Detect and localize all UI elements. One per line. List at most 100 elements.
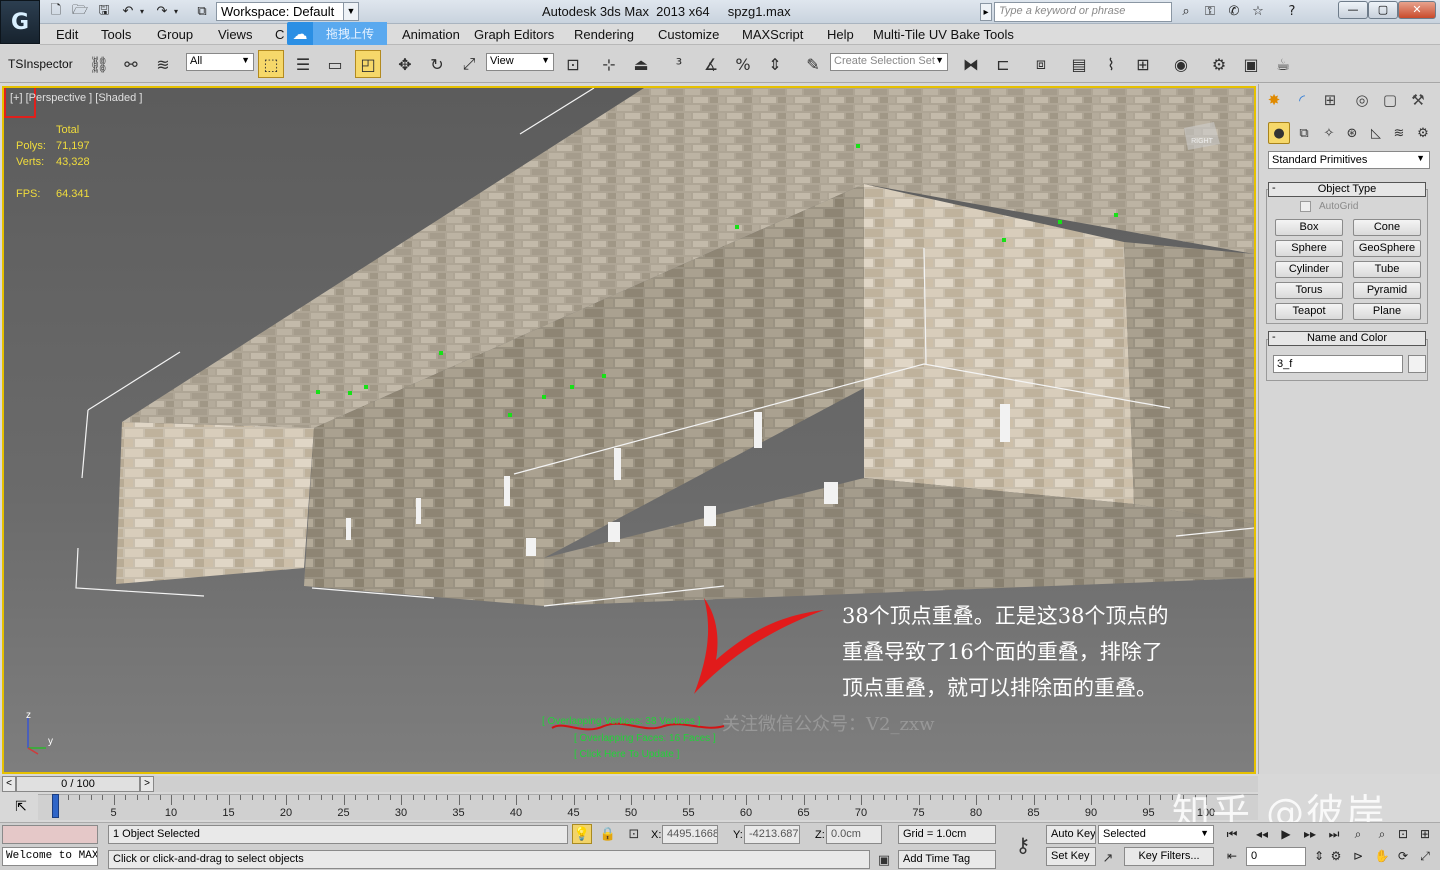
geometry-category-icon[interactable]: ●	[1268, 122, 1290, 144]
create-tab-icon[interactable]: ✸	[1262, 88, 1286, 112]
close-button[interactable]: ✕	[1398, 1, 1436, 19]
window-crossing-icon[interactable]: ◰	[355, 50, 381, 78]
tube-button[interactable]: Tube	[1353, 261, 1421, 278]
keyboard-shortcut-override-icon[interactable]: ⏏	[628, 50, 654, 78]
z-coordinate-input[interactable]: 0.0cm	[826, 825, 882, 844]
track-bar[interactable]: 5 10 15 20 25 30 35 40 45 50 55 60 65 70 75 80 85 90 95 100	[38, 794, 1258, 820]
zoom-extents-icon[interactable]: ⊡	[1392, 824, 1414, 844]
primitive-category-dropdown[interactable]: Standard Primitives ▼	[1268, 151, 1430, 169]
infocenter-toggle-icon[interactable]: ▸	[980, 3, 992, 21]
menu-maxscript[interactable]: MAXScript	[742, 27, 803, 42]
workspace-dropdown[interactable]: Workspace: Default	[216, 2, 344, 21]
infocenter-search-input[interactable]: Type a keyword or phrase	[994, 2, 1172, 22]
app-logo-button[interactable]: G	[0, 0, 40, 44]
menu-edit[interactable]: Edit	[56, 27, 78, 42]
new-file-icon[interactable]: 🗋	[46, 2, 66, 21]
select-and-scale-icon[interactable]: ⤢	[456, 50, 482, 78]
object-name-input[interactable]: 3_f	[1273, 355, 1403, 373]
menu-animation[interactable]: Animation	[402, 27, 460, 42]
project-folder-icon[interactable]: ⧉	[192, 2, 212, 21]
orbit-icon[interactable]: ⟳	[1392, 846, 1414, 866]
tsinspector-button[interactable]: TSInspector	[8, 57, 73, 71]
curve-editor-icon[interactable]: ⌇	[1098, 50, 1124, 78]
bind-space-warp-icon[interactable]: ≋	[150, 50, 176, 78]
menu-multitile-uv-bake[interactable]: Multi-Tile UV Bake Tools	[873, 27, 1014, 42]
menu-tools[interactable]: Tools	[101, 27, 131, 42]
material-editor-icon[interactable]: ◉	[1168, 50, 1194, 78]
systems-category-icon[interactable]: ⚙	[1412, 122, 1434, 144]
key-filters-button[interactable]: Key Filters...	[1124, 847, 1214, 866]
angle-snap-icon[interactable]: ∡	[698, 50, 724, 78]
select-and-rotate-icon[interactable]: ↻	[424, 50, 450, 78]
selection-lock-icon[interactable]: 🔒	[598, 824, 618, 844]
utilities-tab-icon[interactable]: ⚒	[1406, 88, 1430, 112]
undo-icon[interactable]: ↶	[118, 2, 138, 21]
open-file-icon[interactable]: 🗁	[70, 2, 90, 21]
redo-dropdown-icon[interactable]: ▾	[170, 2, 182, 21]
sphere-button[interactable]: Sphere	[1275, 240, 1343, 257]
subscription-key-icon[interactable]: ⚿	[1200, 2, 1220, 21]
cameras-category-icon[interactable]: ⊛	[1341, 122, 1363, 144]
time-tag-icon[interactable]: ▣	[874, 850, 894, 870]
key-mode-dropdown[interactable]: Selected ▼	[1098, 825, 1214, 844]
time-slider[interactable]: 0 / 100	[16, 776, 140, 792]
shapes-category-icon[interactable]: ⧉	[1293, 122, 1315, 144]
edit-named-selection-icon[interactable]: ✎	[800, 50, 826, 78]
menu-group[interactable]: Group	[157, 27, 193, 42]
pivot-center-icon[interactable]: ⊡	[560, 50, 586, 78]
cone-button[interactable]: Cone	[1353, 219, 1421, 236]
next-frame-button[interactable]: >	[140, 776, 154, 792]
selection-filter-dropdown[interactable]: All ▼	[186, 53, 254, 71]
hierarchy-tab-icon[interactable]: ⊞	[1318, 88, 1342, 112]
pyramid-button[interactable]: Pyramid	[1353, 282, 1421, 299]
redo-icon[interactable]: ↷	[152, 2, 172, 21]
display-tab-icon[interactable]: ▢	[1378, 88, 1402, 112]
favorites-star-icon[interactable]: ☆	[1248, 2, 1268, 21]
perspective-viewport[interactable]: [+] [Perspective ] [Shaded ] Total Polys…	[2, 86, 1256, 774]
maxscript-listener-mini[interactable]	[2, 825, 98, 844]
minimize-button[interactable]: —	[1338, 1, 1368, 19]
torus-button[interactable]: Torus	[1275, 282, 1343, 299]
object-color-swatch[interactable]	[1408, 355, 1426, 373]
previous-frame-button[interactable]: <	[2, 776, 16, 792]
add-time-tag-button[interactable]: Add Time Tag	[898, 850, 996, 869]
autogrid-checkbox[interactable]: AutoGrid	[1300, 201, 1358, 212]
select-object-icon[interactable]: ⬚	[258, 50, 284, 78]
y-coordinate-input[interactable]: -4213.687	[744, 825, 800, 844]
rendered-frame-window-icon[interactable]: ▣	[1238, 50, 1264, 78]
auto-key-button[interactable]: Auto Key	[1046, 825, 1096, 844]
menu-create[interactable]: C	[275, 27, 284, 42]
select-and-link-icon[interactable]: ⛓	[86, 50, 112, 78]
graphite-ribbon-icon[interactable]: ▤	[1066, 50, 1092, 78]
set-key-mode-icon[interactable]: ⚷	[1006, 832, 1040, 858]
spinner-snap-icon[interactable]: ⇕	[762, 50, 788, 78]
align-icon[interactable]: ⊏	[990, 50, 1016, 78]
plane-button[interactable]: Plane	[1353, 303, 1421, 320]
zoom-extents-all-icon[interactable]: ⊞	[1414, 824, 1436, 844]
viewcube[interactable]: RIGHT	[1182, 128, 1222, 156]
layer-manager-icon[interactable]: ⧈	[1028, 50, 1054, 78]
geosphere-button[interactable]: GeoSphere	[1353, 240, 1421, 257]
box-button[interactable]: Box	[1275, 219, 1343, 236]
maximize-button[interactable]: ▢	[1368, 1, 1398, 19]
cloud-upload-button[interactable]: ☁ 拖拽上传	[287, 22, 387, 45]
pan-view-icon[interactable]: ✋	[1370, 846, 1394, 866]
render-production-icon[interactable]: ☕	[1270, 50, 1296, 78]
time-configuration-icon[interactable]: ⚙	[1324, 846, 1348, 866]
select-manipulate-icon[interactable]: ⊹	[596, 50, 622, 78]
default-tangents-icon[interactable]: ↗	[1098, 848, 1118, 868]
modify-tab-icon[interactable]: ◜	[1290, 88, 1314, 112]
named-selection-sets-input[interactable]: Create Selection Set ▼	[830, 53, 948, 71]
time-cursor[interactable]	[52, 794, 59, 818]
viewport-label-menu[interactable]: [+] [Perspective ] [Shaded ]	[10, 92, 142, 104]
lights-category-icon[interactable]: ✧	[1318, 122, 1340, 144]
schematic-view-icon[interactable]: ⊞	[1130, 50, 1156, 78]
workspace-dropdown-arrow-icon[interactable]: ▼	[343, 2, 359, 21]
set-key-button[interactable]: Set Key	[1046, 847, 1096, 866]
cylinder-button[interactable]: Cylinder	[1275, 261, 1343, 278]
select-and-move-icon[interactable]: ✥	[392, 50, 418, 78]
maximize-viewport-icon[interactable]: ⤢	[1414, 846, 1436, 866]
name-and-color-header[interactable]: - Name and Color	[1268, 331, 1426, 346]
reference-coordinate-dropdown[interactable]: View ▼	[486, 53, 554, 71]
zoom-all-icon[interactable]: ⌕	[1370, 824, 1394, 844]
